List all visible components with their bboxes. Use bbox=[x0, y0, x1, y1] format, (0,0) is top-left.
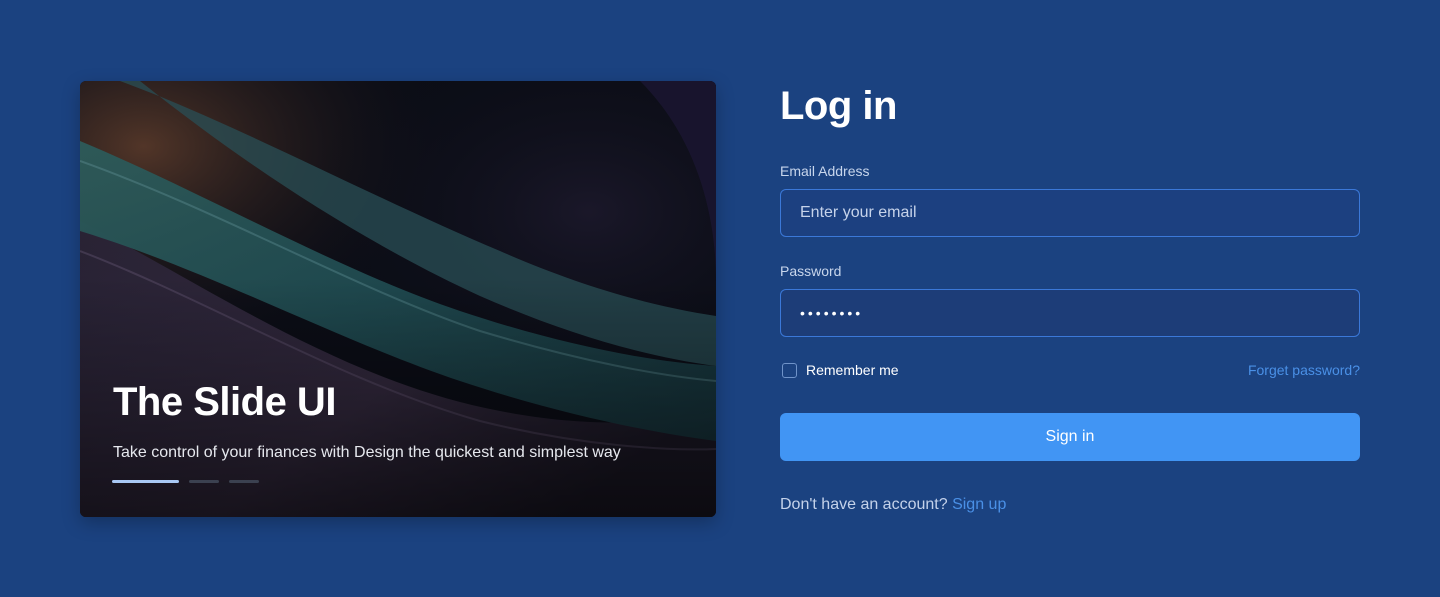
password-field[interactable] bbox=[780, 289, 1360, 337]
hero-slide: The Slide UI Take control of your financ… bbox=[80, 81, 716, 517]
slide-indicator-dot-3[interactable] bbox=[229, 480, 259, 483]
email-label: Email Address bbox=[780, 163, 870, 179]
sign-up-link[interactable]: Sign up bbox=[952, 496, 1006, 513]
checkbox-box[interactable] bbox=[782, 362, 797, 378]
slide-indicator bbox=[112, 480, 259, 483]
sign-in-button[interactable]: Sign in bbox=[780, 413, 1360, 461]
remember-me-label: Remember me bbox=[806, 362, 899, 378]
signup-prompt: Don't have an account? Sign up bbox=[780, 496, 1006, 514]
page-title: Log in bbox=[780, 84, 897, 128]
slide-indicator-dot-1[interactable] bbox=[112, 480, 179, 483]
slide-subtitle: Take control of your finances with Desig… bbox=[113, 444, 621, 461]
slide-indicator-dot-2[interactable] bbox=[189, 480, 219, 483]
password-label: Password bbox=[780, 263, 842, 279]
login-page: The Slide UI Take control of your financ… bbox=[0, 0, 1440, 597]
signup-prompt-text: Don't have an account? bbox=[780, 496, 948, 513]
remember-me-checkbox[interactable]: Remember me bbox=[782, 362, 899, 378]
login-form: Log in Email Address Password Remember m… bbox=[780, 0, 1360, 597]
email-field[interactable] bbox=[780, 189, 1360, 237]
forgot-password-link[interactable]: Forget password? bbox=[1248, 362, 1360, 378]
slide-title: The Slide UI bbox=[113, 380, 336, 424]
